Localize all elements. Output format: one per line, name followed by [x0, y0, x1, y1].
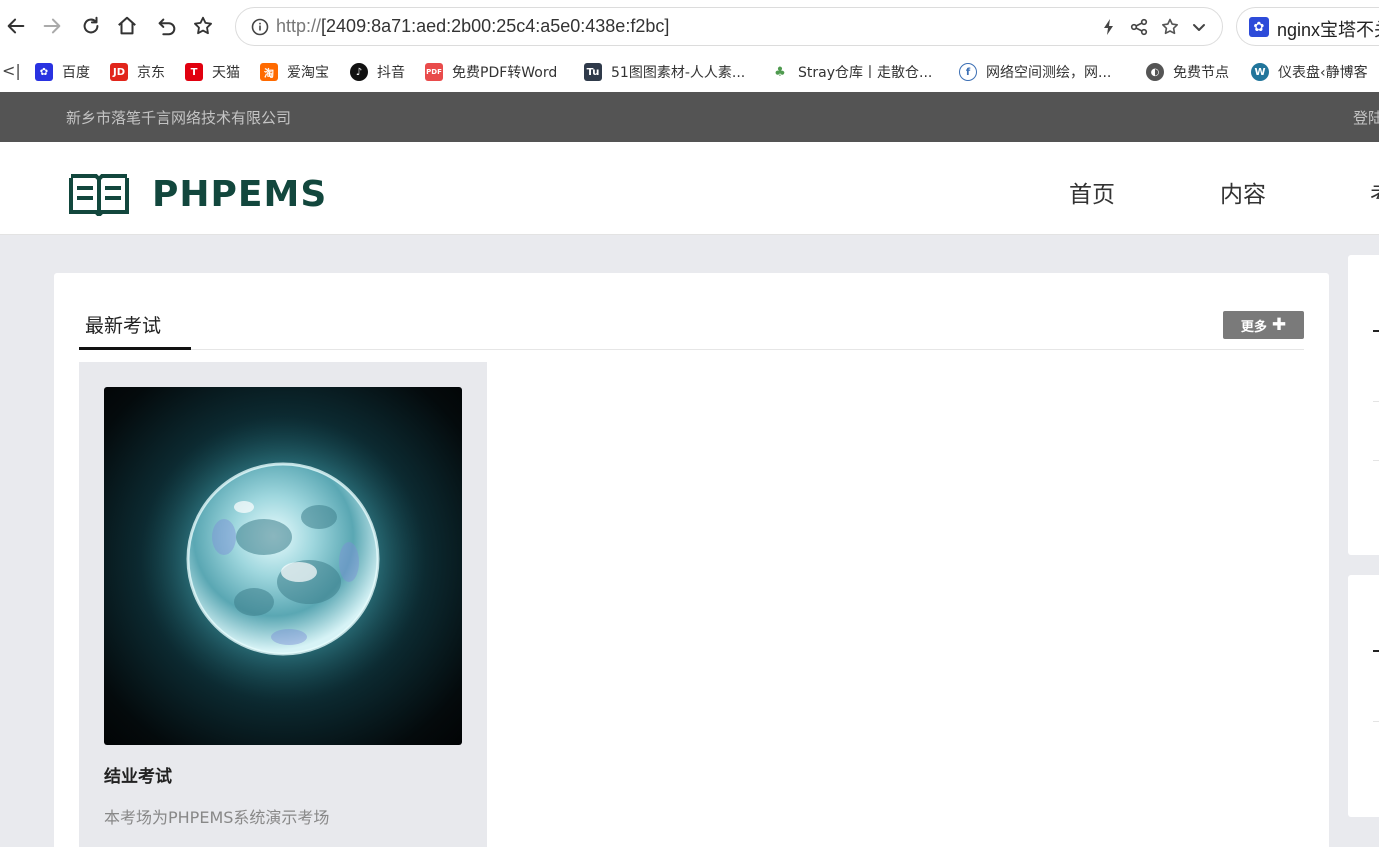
globe-icon: ◐ — [1146, 63, 1164, 81]
tu-icon: Tu — [584, 63, 602, 81]
browser-toolbar: http://[2409:8a71:aed:2b00:25c4:a5e0:438… — [0, 0, 1379, 53]
stray-icon: ♣ — [771, 63, 789, 81]
site-logo[interactable]: PHPEMS — [68, 172, 327, 216]
exam-cover-image[interactable] — [104, 387, 462, 745]
url-text: http://[2409:8a71:aed:2b00:25c4:a5e0:438… — [276, 16, 669, 37]
bookmarks-bar: <| ✿ 百度 JD 京东 T 天猫 淘 爱淘宝 ♪ 抖音 PDF 免费PDF转… — [0, 53, 1379, 92]
side-panel-divider — [1373, 401, 1379, 402]
bookmark-label: 京东 — [137, 65, 165, 81]
side-panel-1 — [1348, 255, 1379, 555]
crystal-sphere-icon — [133, 409, 433, 709]
jd-icon: JD — [110, 63, 128, 81]
bookmark-label: Stray仓库丨走散仓... — [798, 65, 933, 81]
bookmark-label: 51图图素材-人人素... — [611, 65, 746, 81]
bookmark-dashboard[interactable]: W 仪表盘‹静博客 — [1251, 60, 1368, 84]
baidu-paw-icon: ✿ — [1249, 17, 1269, 37]
tmall-icon: T — [185, 63, 203, 81]
bookmark-51tu[interactable]: Tu 51图图素材-人人素... — [584, 60, 745, 84]
bookmark-label: 免费PDF转Word — [452, 65, 558, 81]
bookmark-douyin[interactable]: ♪ 抖音 — [350, 60, 405, 84]
reload-icon[interactable] — [77, 12, 105, 40]
bookmark-free-nodes[interactable]: ◐ 免费节点 — [1146, 60, 1229, 84]
more-button[interactable]: 更多 ✚ — [1223, 311, 1304, 339]
share-icon[interactable] — [1129, 17, 1149, 37]
url-host: [2409:8a71:aed:2b00:25c4:a5e0:438e:f2bc] — [321, 16, 670, 36]
nav-home[interactable]: 首页 — [1069, 175, 1115, 209]
home-icon[interactable] — [113, 12, 141, 40]
undo-icon[interactable] — [153, 12, 181, 40]
section-title[interactable]: 最新考试 — [85, 311, 161, 338]
bookmark-label: 抖音 — [377, 65, 405, 81]
bookmark-stray[interactable]: ♣ Stray仓库丨走散仓... — [771, 60, 932, 84]
bookmark-label: 天猫 — [212, 65, 240, 81]
lightning-icon[interactable] — [1099, 17, 1119, 37]
side-panel-divider — [1373, 460, 1379, 461]
pdf-icon: PDF — [425, 63, 443, 81]
book-logo-icon — [69, 174, 129, 216]
url-protocol: http:// — [276, 16, 322, 36]
bookmark-label: 爱淘宝 — [287, 65, 329, 81]
address-bar[interactable]: http://[2409:8a71:aed:2b00:25c4:a5e0:438… — [235, 7, 1223, 46]
forward-arrow-icon[interactable] — [38, 12, 66, 40]
favorite-star-icon[interactable] — [1160, 17, 1180, 37]
bookmarks-scroll-left-icon[interactable]: <| — [2, 61, 21, 80]
nav-exam[interactable]: 考 — [1370, 175, 1379, 209]
exam-title[interactable]: 结业考试 — [104, 762, 172, 787]
bookmark-tmall[interactable]: T 天猫 — [185, 60, 240, 84]
side-panel-dash — [1373, 330, 1379, 332]
baidu-paw-icon: ✿ — [35, 63, 53, 81]
company-name: 新乡市落笔千言网络技术有限公司 — [66, 109, 292, 127]
side-tab-title: nginx宝塔不关 — [1277, 20, 1379, 40]
logo-text: PHPEMS — [152, 173, 328, 215]
latest-exams-panel: 最新考试 更多 ✚ 结业考试 本考场为PHPEMS系统演示考场 — [54, 273, 1329, 847]
taobao-icon: 淘 — [260, 63, 278, 81]
bookmark-label: 仪表盘‹静博客 — [1278, 65, 1368, 81]
bookmark-label: 百度 — [62, 65, 90, 81]
side-tab[interactable]: ✿ nginx宝塔不关 — [1236, 7, 1379, 46]
active-tab-underline — [79, 347, 191, 350]
bookmark-star-icon[interactable] — [189, 12, 217, 40]
more-label: 更多 — [1240, 319, 1267, 335]
site-header: PHPEMS 首页 内容 考 — [0, 142, 1379, 235]
site-topbar: 新乡市落笔千言网络技术有限公司 登陆 — [0, 92, 1379, 142]
bookmark-fofa[interactable]: f 网络空间测绘，网... — [959, 60, 1111, 84]
side-panel-dash — [1373, 650, 1379, 652]
panel-header: 最新考试 更多 ✚ — [79, 273, 1304, 350]
chevron-down-icon[interactable] — [1189, 17, 1209, 37]
bookmark-baidu[interactable]: ✿ 百度 — [35, 60, 90, 84]
bookmark-jd[interactable]: JD 京东 — [110, 60, 165, 84]
wordpress-icon: W — [1251, 63, 1269, 81]
fofa-icon: f — [959, 63, 977, 81]
bookmark-label: 免费节点 — [1173, 65, 1229, 81]
login-link[interactable]: 登陆 — [1353, 107, 1379, 128]
side-panel-2 — [1348, 575, 1379, 817]
bookmark-pdf[interactable]: PDF 免费PDF转Word — [425, 60, 557, 84]
douyin-icon: ♪ — [350, 63, 368, 81]
back-arrow-icon[interactable] — [2, 12, 30, 40]
side-panel-divider — [1373, 721, 1379, 722]
site-info-icon[interactable] — [250, 17, 270, 37]
exam-description: 本考场为PHPEMS系统演示考场 — [104, 808, 330, 827]
bookmark-taobao[interactable]: 淘 爱淘宝 — [260, 60, 329, 84]
plus-icon: ✚ — [1271, 314, 1287, 335]
bookmark-label: 网络空间测绘，网... — [986, 65, 1112, 81]
exam-card[interactable]: 结业考试 本考场为PHPEMS系统演示考场 — [79, 362, 487, 847]
nav-content[interactable]: 内容 — [1220, 175, 1266, 209]
